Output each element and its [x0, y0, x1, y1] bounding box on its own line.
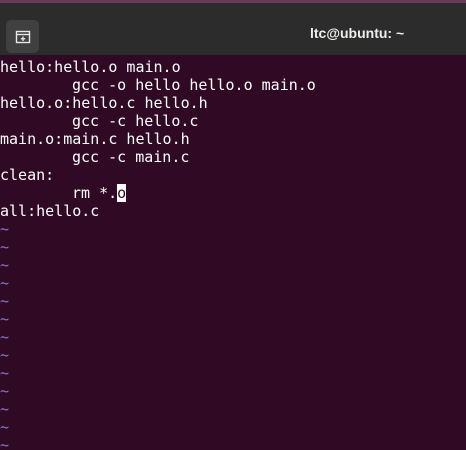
empty-line-marker: ~ [0, 364, 10, 382]
empty-line-marker: ~ [0, 418, 10, 436]
editor-line: rm *.o [0, 184, 466, 202]
editor-line: gcc -c main.c [0, 148, 466, 166]
terminal-window: ltc@ubuntu: ~ hello:hello.o main.o gcc -o… [0, 0, 466, 450]
editor-line: gcc -c hello.c [0, 112, 466, 130]
editor-line: main.o:main.c hello.h [0, 130, 466, 148]
title-bar: ltc@ubuntu: ~ [0, 0, 466, 55]
line-text: gcc -c main.c [72, 148, 190, 166]
line-text: hello:hello.o main.o [0, 58, 181, 76]
empty-line-marker: ~ [0, 274, 10, 292]
empty-line-marker: ~ [0, 220, 10, 238]
empty-line-marker: ~ [0, 436, 10, 450]
text-cursor: o [117, 184, 127, 202]
editor-line: gcc -o hello hello.o main.o [0, 76, 466, 94]
editor-line: hello:hello.o main.o [0, 58, 466, 76]
new-tab-icon [15, 29, 31, 45]
empty-line-marker: ~ [0, 400, 10, 418]
empty-line-marker: ~ [0, 382, 10, 400]
terminal-text-area[interactable]: hello:hello.o main.o gcc -o hello hello.o… [0, 58, 466, 450]
line-text: all:hello.c [0, 202, 100, 220]
empty-line-marker: ~ [0, 292, 10, 310]
line-text: gcc -o hello hello.o main.o [72, 76, 316, 94]
empty-line-marker: ~ [0, 328, 10, 346]
empty-line-marker: ~ [0, 256, 10, 274]
editor-line: clean: [0, 166, 466, 184]
editor-line: all:hello.c [0, 202, 466, 220]
line-text: hello.o:hello.c hello.h [0, 94, 208, 112]
line-text: rm *. [72, 184, 118, 202]
empty-line-marker: ~ [0, 310, 10, 328]
empty-line-marker: ~ [0, 238, 10, 256]
editor-line: hello.o:hello.c hello.h [0, 94, 466, 112]
empty-line-marker: ~ [0, 346, 10, 364]
line-text: gcc -c hello.c [72, 112, 199, 130]
line-text: main.o:main.c hello.h [0, 130, 190, 148]
line-text: clean: [0, 166, 55, 184]
new-tab-button[interactable] [6, 20, 39, 53]
window-title: ltc@ubuntu: ~ [310, 25, 405, 41]
